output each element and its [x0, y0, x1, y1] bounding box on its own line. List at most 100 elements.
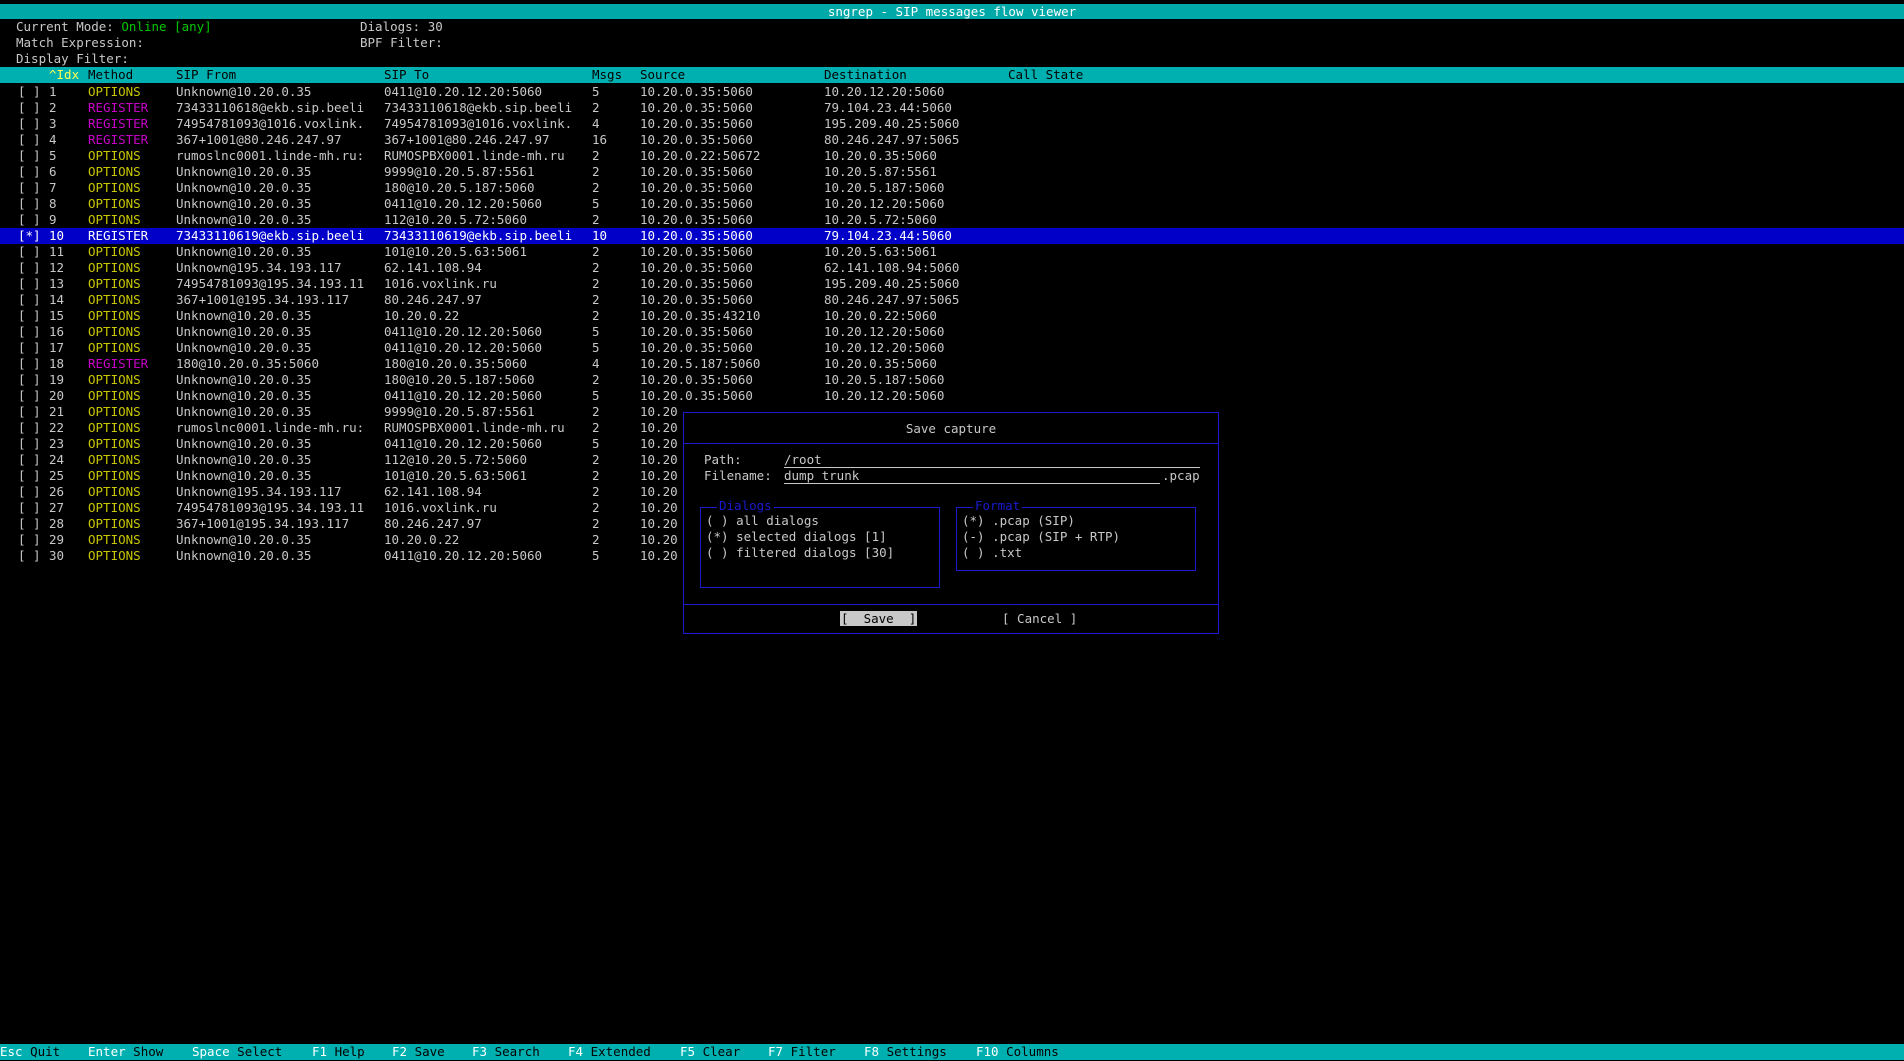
row-select[interactable]: [ ] — [18, 356, 41, 372]
table-row[interactable]: [ ] 17 OPTIONS Unknown@10.20.0.35 0411@10.20… — [0, 340, 1904, 356]
row-sip-to: 101@10.20.5.63:5061 — [384, 244, 527, 259]
table-row[interactable]: [ ] 1 OPTIONS Unknown@10.20.0.35 0411@10.20.… — [0, 84, 1904, 100]
row-select[interactable]: [ ] — [18, 388, 41, 404]
row-select[interactable]: [ ] — [18, 324, 41, 340]
row-source: 10.20.0.35:5060 — [640, 84, 753, 99]
keybinding-label: Select — [237, 1044, 283, 1059]
row-msgs: 5 — [592, 84, 600, 99]
table-row[interactable]: [ ] 20 OPTIONS Unknown@10.20.0.35 0411@10.20… — [0, 388, 1904, 404]
row-select[interactable]: [ ] — [18, 452, 41, 468]
row-source: 10.20.0.22:50672 — [640, 148, 761, 163]
row-msgs: 2 — [592, 180, 600, 195]
table-row[interactable]: [ ] 9 OPTIONS Unknown@10.20.0.35 112@10.20.5… — [0, 212, 1904, 228]
row-sip-to: 1016.voxlink.ru — [384, 500, 497, 515]
row-select[interactable]: [ ] — [18, 420, 41, 436]
row-msgs: 5 — [592, 436, 600, 451]
keybinding-quit[interactable]: Esc Quit — [0, 1044, 60, 1060]
row-select[interactable]: [ ] — [18, 148, 41, 164]
cancel-button[interactable]: [ Cancel ] — [1002, 611, 1077, 626]
row-source: 10.20.0.35:5060 — [640, 388, 753, 403]
row-select[interactable]: [ ] — [18, 164, 41, 180]
filename-input[interactable]: dump trunk — [784, 468, 1160, 484]
keybinding-save[interactable]: F2 Save — [392, 1044, 445, 1060]
row-select[interactable]: [ ] — [18, 308, 41, 324]
row-select[interactable]: [ ] — [18, 100, 41, 116]
keybinding-select[interactable]: Space Select — [192, 1044, 282, 1060]
keybinding-show[interactable]: Enter Show — [88, 1044, 163, 1060]
row-select[interactable]: [ ] — [18, 260, 41, 276]
row-method: OPTIONS — [88, 196, 141, 211]
row-sip-to: 0411@10.20.12.20:5060 — [384, 388, 543, 403]
row-select[interactable]: [ ] — [18, 196, 41, 212]
row-destination: 10.20.5.187:5060 — [824, 372, 945, 387]
column-sip-from[interactable]: SIP From — [176, 67, 236, 83]
table-row[interactable]: [ ] 7 OPTIONS Unknown@10.20.0.35 180@10.20.5… — [0, 180, 1904, 196]
row-select[interactable]: [ ] — [18, 340, 41, 356]
row-source: 10.20.0.35:5060 — [640, 292, 753, 307]
table-row[interactable]: [ ] 19 OPTIONS Unknown@10.20.0.35 180@10.20.… — [0, 372, 1904, 388]
row-select[interactable]: [ ] — [18, 372, 41, 388]
column-sip-to[interactable]: SIP To — [384, 67, 429, 83]
row-select[interactable]: [ ] — [18, 132, 41, 148]
table-row[interactable]: [*] 10 REGISTER 73433110619@ekb.sip.beeli 73… — [0, 228, 1904, 244]
table-row[interactable]: [ ] 14 OPTIONS 367+1001@195.34.193.117 80.24… — [0, 292, 1904, 308]
option-pcap-sip[interactable]: (*) .pcap (SIP) — [962, 513, 1075, 529]
table-row[interactable]: [ ] 5 OPTIONS rumoslnc0001.linde-mh.ru: RUMO… — [0, 148, 1904, 164]
option-all-dialogs[interactable]: ( ) all dialogs — [706, 513, 819, 529]
row-select[interactable]: [ ] — [18, 532, 41, 548]
row-sip-to: RUMOSPBX0001.linde-mh.ru — [384, 420, 565, 435]
row-select[interactable]: [ ] — [18, 212, 41, 228]
keybinding-extended[interactable]: F4 Extended — [568, 1044, 651, 1060]
column-source[interactable]: Source — [640, 67, 685, 83]
keybinding-clear[interactable]: F5 Clear — [680, 1044, 740, 1060]
table-row[interactable]: [ ] 6 OPTIONS Unknown@10.20.0.35 9999@10.20.… — [0, 164, 1904, 180]
row-select[interactable]: [ ] — [18, 500, 41, 516]
option-filtered-dialogs[interactable]: ( ) filtered dialogs [30] — [706, 545, 894, 561]
row-sip-from: rumoslnc0001.linde-mh.ru: — [176, 420, 365, 435]
keybinding-key: Space — [192, 1044, 230, 1059]
save-button[interactable]: [ Save ] — [840, 611, 918, 626]
row-select[interactable]: [ ] — [18, 84, 41, 100]
keybinding-search[interactable]: F3 Search — [472, 1044, 540, 1060]
row-select[interactable]: [ ] — [18, 292, 41, 308]
column-call-state[interactable]: Call State — [1008, 67, 1083, 83]
table-row[interactable]: [ ] 18 REGISTER 180@10.20.0.35:5060 180@10.2… — [0, 356, 1904, 372]
row-select[interactable]: [ ] — [18, 180, 41, 196]
table-row[interactable]: [ ] 3 REGISTER 74954781093@1016.voxlink. 749… — [0, 116, 1904, 132]
table-row[interactable]: [ ] 8 OPTIONS Unknown@10.20.0.35 0411@10.20.… — [0, 196, 1904, 212]
row-select[interactable]: [ ] — [18, 244, 41, 260]
path-input[interactable]: /root — [784, 452, 1200, 468]
row-select[interactable]: [ ] — [18, 116, 41, 132]
table-row[interactable]: [ ] 15 OPTIONS Unknown@10.20.0.35 10.20.0.22… — [0, 308, 1904, 324]
row-destination: 10.20.12.20:5060 — [824, 84, 945, 99]
table-row[interactable]: [ ] 4 REGISTER 367+1001@80.246.247.97 367+10… — [0, 132, 1904, 148]
table-row[interactable]: [ ] 16 OPTIONS Unknown@10.20.0.35 0411@10.20… — [0, 324, 1904, 340]
column-destination[interactable]: Destination — [824, 67, 907, 83]
row-select[interactable]: [ ] — [18, 484, 41, 500]
row-select[interactable]: [ ] — [18, 404, 41, 420]
row-select[interactable]: [ ] — [18, 436, 41, 452]
option-txt[interactable]: ( ) .txt — [962, 545, 1022, 561]
keybinding-columns[interactable]: F10 Columns — [976, 1044, 1059, 1060]
format-group-label: Format — [973, 498, 1023, 513]
table-row[interactable]: [ ] 13 OPTIONS 74954781093@195.34.193.11 101… — [0, 276, 1904, 292]
table-row[interactable]: [ ] 11 OPTIONS Unknown@10.20.0.35 101@10.20.… — [0, 244, 1904, 260]
keybinding-settings[interactable]: F8 Settings — [864, 1044, 947, 1060]
row-select[interactable]: [ ] — [18, 548, 41, 564]
option-pcap-sip-rtp[interactable]: (-) .pcap (SIP + RTP) — [962, 529, 1120, 545]
column-method[interactable]: Method — [88, 67, 133, 83]
column-idx[interactable]: ^Idx — [49, 67, 79, 83]
keybinding-help[interactable]: F1 Help — [312, 1044, 365, 1060]
dialog-divider — [684, 443, 1218, 444]
row-select[interactable]: [*] — [18, 228, 41, 244]
column-msgs[interactable]: Msgs — [592, 67, 622, 83]
row-select[interactable]: [ ] — [18, 516, 41, 532]
keybinding-label: Clear — [702, 1044, 741, 1059]
row-select[interactable]: [ ] — [18, 468, 41, 484]
row-select[interactable]: [ ] — [18, 276, 41, 292]
row-method: OPTIONS — [88, 212, 141, 227]
option-selected-dialogs[interactable]: (*) selected dialogs [1] — [706, 529, 887, 545]
table-row[interactable]: [ ] 2 REGISTER 73433110618@ekb.sip.beeli 734… — [0, 100, 1904, 116]
table-row[interactable]: [ ] 12 OPTIONS Unknown@195.34.193.117 62.141… — [0, 260, 1904, 276]
keybinding-filter[interactable]: F7 Filter — [768, 1044, 836, 1060]
